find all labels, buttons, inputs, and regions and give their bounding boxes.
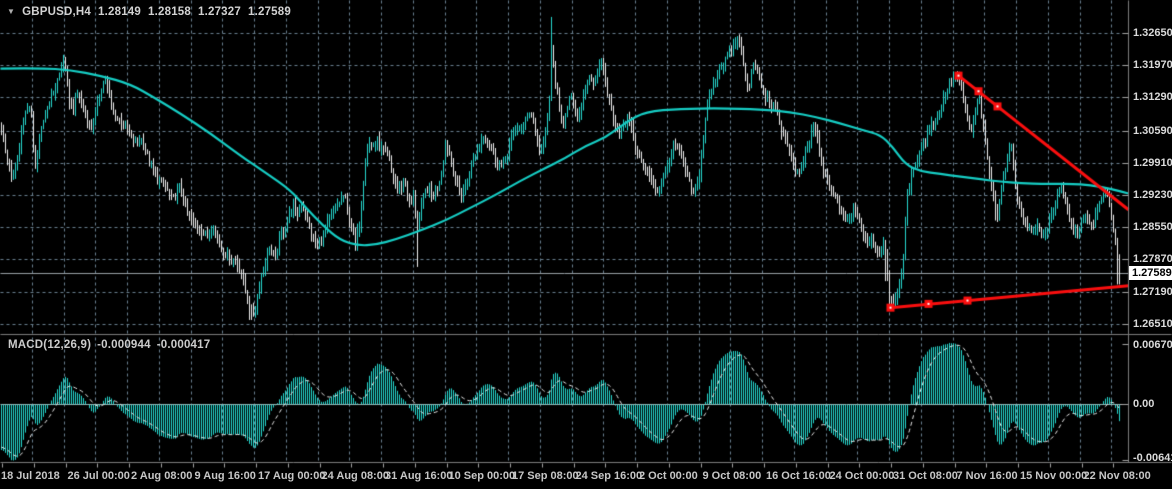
time-axis-label: 15 Nov 00:00 xyxy=(1020,470,1087,483)
price-axis-label: 1.27190 xyxy=(1133,285,1172,299)
price-axis-label: 1.27870 xyxy=(1133,252,1172,266)
macd-indicator-label: MACD(12,26,9) xyxy=(8,339,91,351)
time-axis-label: 9 Aug 16:00 xyxy=(195,470,256,483)
chart-window: ▼ GBPUSD,H4 1.28149 1.28158 1.27327 1.27… xyxy=(0,0,1172,489)
price-axis-label: 1.31970 xyxy=(1133,58,1172,72)
macd-axis-label: 0.006705 xyxy=(1133,338,1172,352)
time-axis-label: 7 Nov 16:00 xyxy=(957,470,1018,483)
current-price-tag: 1.27589 xyxy=(1129,266,1172,280)
time-axis-label: 24 Oct 00:00 xyxy=(830,470,895,483)
price-axis-label: 1.31290 xyxy=(1133,90,1172,104)
ohlc-high-value: 1.28158 xyxy=(148,6,191,18)
ohlc-low-value: 1.27327 xyxy=(198,6,241,18)
time-axis-label: 31 Oct 08:00 xyxy=(893,470,958,483)
time-axis-label: 18 Jul 2018 xyxy=(1,470,60,483)
price-axis-label: 1.29230 xyxy=(1133,188,1172,202)
chart-plot-canvas[interactable] xyxy=(0,0,1172,489)
symbol-timeframe-label: GBPUSD,H4 xyxy=(22,6,91,18)
price-axis-label: 1.28550 xyxy=(1133,220,1172,234)
macd-signal-value: -0.000417 xyxy=(157,339,211,351)
ohlc-open-value: 1.28149 xyxy=(98,6,141,18)
price-axis-label: 1.32650 xyxy=(1133,26,1172,40)
time-axis-label: 24 Sep 16:00 xyxy=(576,470,643,483)
macd-axis-label: -0.006411 xyxy=(1133,451,1172,465)
price-axis-label: 1.30590 xyxy=(1133,124,1172,138)
macd-main-value: -0.000944 xyxy=(97,339,151,351)
time-axis-label: 22 Nov 08:00 xyxy=(1084,470,1151,483)
time-axis-label: 2 Oct 00:00 xyxy=(639,470,698,483)
time-axis-label: 24 Aug 08:00 xyxy=(322,470,389,483)
time-axis-label: 2 Aug 08:00 xyxy=(131,470,192,483)
time-axis-label: 17 Aug 00:00 xyxy=(258,470,325,483)
price-axis-label: 1.26510 xyxy=(1133,317,1172,331)
time-axis-label: 31 Aug 16:00 xyxy=(385,470,452,483)
ohlc-header: ▼ GBPUSD,H4 1.28149 1.28158 1.27327 1.27… xyxy=(7,6,291,18)
time-axis-label: 9 Oct 08:00 xyxy=(703,470,762,483)
time-axis-label: 17 Sep 08:00 xyxy=(512,470,579,483)
time-axis-label: 10 Sep 00:00 xyxy=(449,470,516,483)
ohlc-close-value: 1.27589 xyxy=(248,6,291,18)
macd-axis-label: 0.00 xyxy=(1133,397,1154,411)
price-axis-label: 1.29910 xyxy=(1133,156,1172,170)
time-axis-label: 16 Oct 16:00 xyxy=(766,470,831,483)
symbol-dropdown-icon[interactable]: ▼ xyxy=(7,6,15,18)
time-axis-label: 26 Jul 00:00 xyxy=(68,470,130,483)
macd-indicator-header: MACD(12,26,9) -0.000944 -0.000417 xyxy=(8,339,210,351)
